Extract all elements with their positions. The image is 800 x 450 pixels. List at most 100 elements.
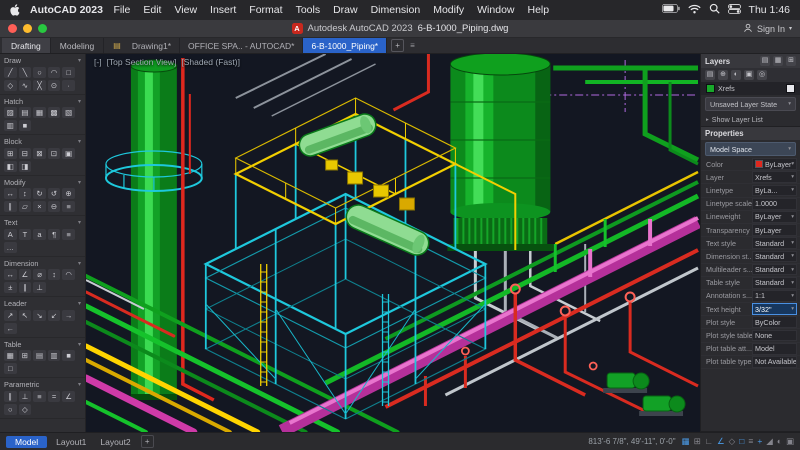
cell-empty-icon[interactable]: □: [4, 363, 17, 374]
leader-right-icon[interactable]: →: [62, 309, 75, 321]
menu-dimension[interactable]: Dimension: [364, 4, 427, 16]
paragraph-icon[interactable]: ¶: [47, 228, 61, 240]
viewport-menu-control[interactable]: [-]: [94, 57, 102, 67]
full-screen-icon[interactable]: ▣: [786, 436, 794, 447]
toolbox-section-header[interactable]: Parametric ▾: [4, 380, 81, 391]
block-editor-icon[interactable]: ◨: [18, 160, 32, 172]
selection-type-dropdown[interactable]: Model Space ▾: [705, 142, 796, 156]
table-icon[interactable]: ▦: [4, 350, 17, 361]
control-center-icon[interactable]: [727, 3, 741, 17]
menubar-clock[interactable]: Thu 1:46: [749, 4, 790, 16]
active-app-menu[interactable]: AutoCAD 2023: [30, 4, 103, 16]
minimize-window-button[interactable]: [23, 24, 32, 33]
baseline-dimension-icon[interactable]: ∥: [18, 282, 32, 293]
write-block-icon[interactable]: ⊡: [47, 147, 61, 159]
toolbox-section-header[interactable]: Table ▾: [4, 340, 81, 351]
layer-color-swatch[interactable]: [786, 84, 795, 93]
layout-tab-layout1[interactable]: Layout1: [49, 436, 93, 448]
snap-mode-icon[interactable]: ⊞: [694, 436, 701, 447]
layout-tab-layout2[interactable]: Layout2: [93, 436, 137, 448]
toolbox-section-header[interactable]: Dimension ▾: [4, 259, 81, 270]
viewport-view-control[interactable]: [Top Section View]: [107, 57, 177, 67]
property-row-transparency[interactable]: Transparency ByLayer: [701, 224, 800, 238]
hatch-grid-icon[interactable]: ▦: [33, 107, 46, 118]
justify-icon[interactable]: ≡: [62, 228, 75, 240]
property-row-plot-style[interactable]: Plot style ByColor: [701, 316, 800, 330]
search-icon[interactable]: [709, 3, 720, 17]
vertical-dimension-icon[interactable]: ↕: [47, 269, 61, 280]
field-icon[interactable]: a: [33, 228, 46, 240]
menu-help[interactable]: Help: [521, 4, 556, 16]
toolbox-section-header[interactable]: Leader ▾: [4, 299, 81, 310]
more-text-tools-icon[interactable]: …: [4, 241, 17, 253]
new-layout-button[interactable]: +: [140, 435, 154, 448]
move-icon[interactable]: ↔: [4, 188, 17, 199]
menu-view[interactable]: View: [168, 4, 204, 16]
new-layer-icon[interactable]: ⊕: [718, 70, 728, 80]
toolbox-section-header[interactable]: Modify ▾: [4, 178, 81, 189]
insert-block-icon[interactable]: ⊞: [4, 147, 17, 159]
property-row-linetype[interactable]: Linetype ByLa... ▾: [701, 184, 800, 198]
leader-left-icon[interactable]: ←: [4, 322, 17, 334]
model-tab[interactable]: Model: [6, 435, 48, 448]
property-row-table-style[interactable]: Table style Standard ▾: [701, 276, 800, 290]
polygon-icon[interactable]: ◇: [4, 79, 17, 91]
toolbox-section-header[interactable]: Text ▾: [4, 218, 81, 229]
layer-item-xrefs[interactable]: Xrefs: [701, 82, 800, 95]
multileader-icon[interactable]: ↗: [4, 309, 17, 321]
layer-isolate-icon[interactable]: ◎: [757, 70, 767, 80]
menu-window[interactable]: Window: [471, 4, 521, 16]
scale-icon[interactable]: ▱: [18, 201, 32, 212]
cell-fill-icon[interactable]: ■: [62, 350, 75, 361]
mirror-icon[interactable]: ↺: [47, 188, 61, 199]
leader-down-right-icon[interactable]: ↘: [33, 309, 46, 321]
create-block-icon[interactable]: ⊟: [18, 147, 32, 159]
drawing-tab-drawing1[interactable]: Drawing1*: [124, 38, 181, 53]
menu-format[interactable]: Format: [243, 4, 289, 16]
wifi-icon[interactable]: [687, 4, 701, 17]
coincident-constraint-icon[interactable]: =: [47, 390, 61, 402]
menu-insert[interactable]: Insert: [204, 4, 243, 16]
property-row-plot-style-table[interactable]: Plot style table None: [701, 329, 800, 343]
lineweight-display-icon[interactable]: ≡: [748, 436, 753, 447]
multiline-text-icon[interactable]: A: [4, 228, 17, 240]
ortho-mode-icon[interactable]: ∟: [705, 436, 713, 447]
single-line-text-icon[interactable]: T: [18, 228, 32, 240]
property-row-text-style[interactable]: Text style Standard ▾: [701, 237, 800, 251]
trim-icon[interactable]: ⊖: [47, 201, 61, 212]
toolbox-section-header[interactable]: Draw ▾: [4, 56, 81, 67]
base-point-icon[interactable]: ◧: [4, 160, 17, 172]
object-snap-icon[interactable]: □: [739, 436, 744, 447]
hatch-crosshatch-icon[interactable]: ▩: [47, 107, 61, 118]
battery-icon[interactable]: [661, 4, 680, 16]
workspace-switch-icon[interactable]: ◐: [777, 436, 782, 447]
parallel-constraint-icon[interactable]: ∥: [4, 390, 17, 402]
solid-fill-icon[interactable]: ■: [18, 120, 32, 131]
close-window-button[interactable]: [8, 24, 17, 33]
apple-menu-icon[interactable]: [10, 4, 20, 16]
annotation-visibility-icon[interactable]: ◢: [766, 436, 773, 447]
sign-in-button[interactable]: Sign In ▾: [743, 23, 792, 35]
offset-icon[interactable]: ∥: [4, 201, 17, 212]
model-viewport[interactable]: [-] [Top Section View] [Shaded (Fast)]: [86, 54, 700, 432]
layer-properties-icon[interactable]: ▤: [705, 70, 715, 80]
menu-file[interactable]: File: [107, 4, 137, 16]
point-icon[interactable]: ·: [62, 79, 75, 91]
equal-constraint-icon[interactable]: ≡: [33, 390, 46, 402]
leader-up-left-icon[interactable]: ↖: [18, 309, 32, 321]
property-row-dimension-st[interactable]: Dimension st... Standard ▾: [701, 250, 800, 264]
menu-modify[interactable]: Modify: [427, 4, 471, 16]
drawing-tab-office-spa-autocad[interactable]: OFFICE SPA.. - AUTOCAD*: [180, 38, 304, 53]
hatch-diagonal-icon[interactable]: ▧: [62, 107, 75, 118]
property-row-plot-table-att[interactable]: Plot table att... Model: [701, 342, 800, 356]
leader-down-left-icon[interactable]: ↙: [47, 309, 61, 321]
arc-length-icon[interactable]: ◠: [62, 269, 75, 280]
layers-palette-tab-icon[interactable]: ▦: [773, 56, 783, 66]
edit-block-icon[interactable]: ⊠: [33, 147, 46, 159]
concentric-constraint-icon[interactable]: ○: [4, 403, 17, 415]
properties-palette-tab-icon[interactable]: ▤: [760, 56, 770, 66]
menu-tools[interactable]: Tools: [289, 4, 327, 16]
arc-icon[interactable]: ◠: [47, 66, 61, 78]
table-row-icon[interactable]: ▤: [33, 350, 46, 361]
property-row-text-height[interactable]: Text height 3/32" ▾: [701, 303, 800, 317]
